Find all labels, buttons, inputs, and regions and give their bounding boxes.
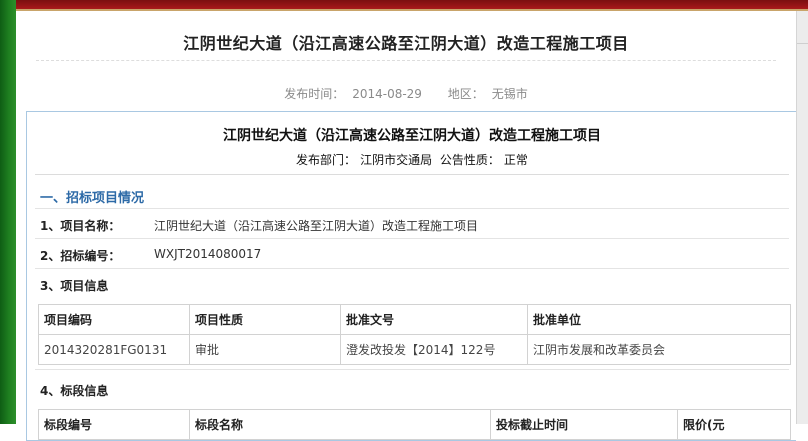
project-name-value: 江阴世纪大道（沿江高速公路至江阴大道）改造工程施工项目 [154,219,479,233]
table-row: 2014320281FG0131 审批 澄发改投发【2014】122号 江阴市发… [38,334,791,365]
region-value: 无锡市 [491,87,528,101]
project-info-label: 3、项目信息 [40,279,109,293]
project-name-row: 1、项目名称： 江阴世纪大道（沿江高速公路至江阴大道）改造工程施工项目 [40,217,478,234]
column-header: 批准单位 [527,304,791,335]
bid-number-value: WXJT2014080017 [154,247,262,261]
row-divider [35,238,789,239]
publish-time-label: 发布时间： [284,87,345,101]
column-header: 标段名称 [189,409,491,440]
nature-label: 公告性质： [439,153,500,167]
column-header: 项目性质 [189,304,341,335]
publish-time-value: 2014-08-29 [352,87,422,101]
title-divider [36,60,776,61]
table-header-row: 项目编码 项目性质 批准文号 批准单位 [38,304,791,335]
project-name-label: 1、项目名称： [40,219,121,233]
project-info-row: 3、项目信息 [40,277,108,294]
top-banner [16,0,808,11]
table-header-row: 标段编号 标段名称 投标截止时间 限价(元 [38,409,791,440]
section-heading-bid-info: 一、招标项目情况 [40,191,145,206]
scrollbar-up-arrow-icon[interactable] [797,31,808,44]
row-divider [35,369,789,370]
subtitle-divider [35,174,789,175]
column-header: 批准文号 [340,304,528,335]
table-cell: 审批 [189,334,341,365]
nature-value: 正常 [503,153,528,167]
row-divider [35,268,789,269]
page-title: 江阴世纪大道（沿江高速公路至江阴大道）改造工程施工项目 [183,34,629,53]
section-info-table: 标段编号 标段名称 投标截止时间 限价(元 [38,409,791,440]
publish-meta: 发布时间： 2014-08-29 地区： 无锡市 [16,85,796,102]
project-info-table: 项目编码 项目性质 批准文号 批准单位 2014320281FG0131 审批 … [38,304,791,365]
document-title: 江阴世纪大道（沿江高速公路至江阴大道）改造工程施工项目 [223,128,601,144]
column-header: 项目编码 [38,304,190,335]
region-label: 地区： [447,87,484,101]
section-info-label: 4、标段信息 [40,384,109,398]
section-info-row: 4、标段信息 [40,382,108,399]
page-scrollbar[interactable] [796,11,808,424]
table-cell: 2014320281FG0131 [38,334,190,365]
department-value: 江阴市交通局 [360,153,433,167]
department-label: 发布部门： [296,153,357,167]
column-header: 投标截止时间 [490,409,678,440]
column-header: 标段编号 [38,409,190,440]
bid-number-label: 2、招标编号： [40,249,121,263]
bid-number-row: 2、招标编号： WXJT2014080017 [40,247,261,264]
table-cell: 澄发改投发【2014】122号 [340,334,528,365]
announcement-content: 江阴世纪大道（沿江高速公路至江阴大道）改造工程施工项目 发布部门： 江阴市交通局 … [26,111,796,441]
document-subtitle: 发布部门： 江阴市交通局 公告性质： 正常 [27,151,797,168]
left-decor-bar [0,0,16,424]
row-divider [35,208,789,209]
table-cell: 江阴市发展和改革委员会 [527,334,791,365]
column-header: 限价(元 [677,409,791,440]
